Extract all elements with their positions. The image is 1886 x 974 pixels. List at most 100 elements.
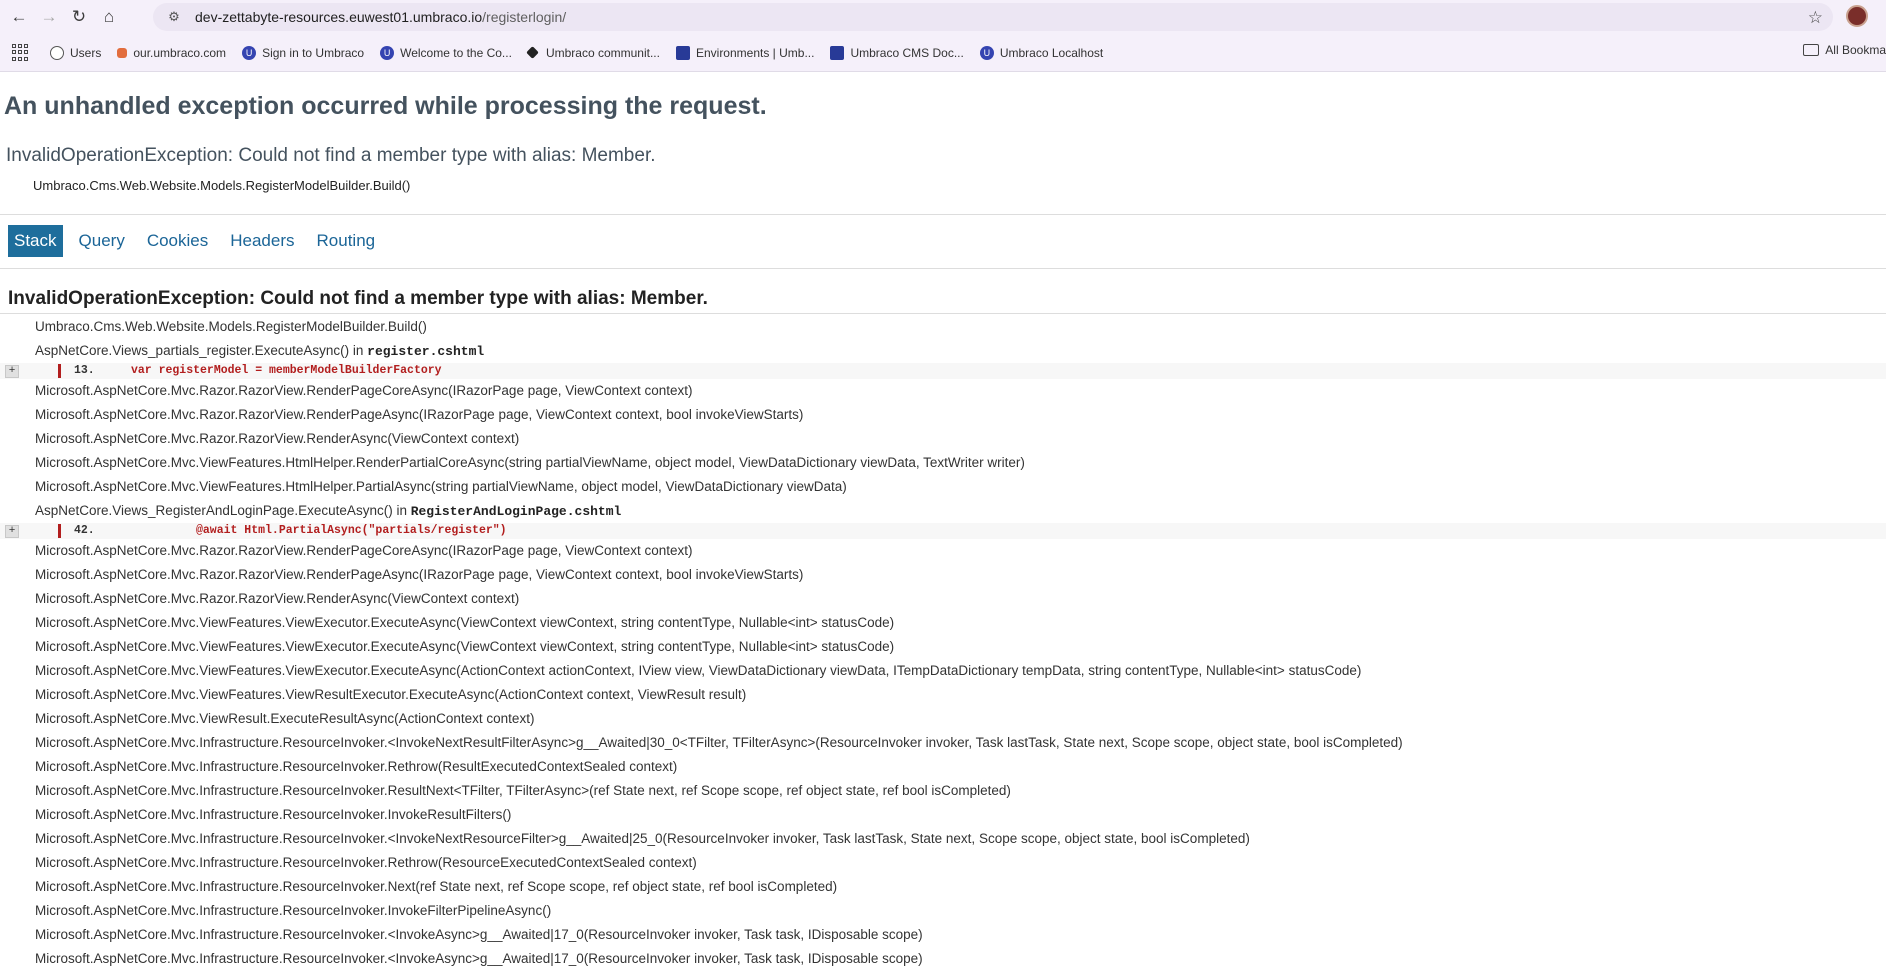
frame-method: Microsoft.AspNetCore.Mvc.ViewFeatures.Vi… — [35, 687, 747, 702]
bookmark-label: Welcome to the Co... — [400, 45, 512, 60]
stack-frame: Microsoft.AspNetCore.Mvc.ViewFeatures.Ht… — [0, 451, 1886, 475]
frame-method: Microsoft.AspNetCore.Mvc.Infrastructure.… — [35, 759, 678, 774]
bookmark-item[interactable]: U Sign in to Umbraco — [242, 45, 364, 60]
url-text[interactable]: dev-zettabyte-resources.euwest01.umbraco… — [195, 9, 566, 25]
stack-frame: Microsoft.AspNetCore.Mvc.Infrastructure.… — [0, 923, 1886, 947]
bookmark-label: Umbraco communit... — [545, 45, 660, 60]
bookmark-item[interactable]: U Umbraco Localhost — [979, 45, 1104, 60]
url-host: dev-zettabyte-resources.euwest01.umbraco… — [195, 9, 483, 25]
frame-method: Microsoft.AspNetCore.Mvc.Infrastructure.… — [35, 903, 552, 918]
tab-cookies[interactable]: Cookies — [141, 225, 214, 257]
back-icon[interactable]: ← — [4, 2, 34, 32]
stack-frame: Microsoft.AspNetCore.Mvc.Infrastructure.… — [0, 827, 1886, 851]
bookmark-star-icon[interactable]: ☆ — [1808, 8, 1823, 28]
frame-method: Microsoft.AspNetCore.Mvc.Infrastructure.… — [35, 807, 512, 822]
stack-frame: Umbraco.Cms.Web.Website.Models.RegisterM… — [0, 315, 1886, 339]
error-page: An unhandled exception occurred while pr… — [0, 72, 1886, 974]
frame-method: Microsoft.AspNetCore.Mvc.Razor.RazorView… — [35, 567, 804, 582]
frame-method: Microsoft.AspNetCore.Mvc.ViewFeatures.Vi… — [35, 615, 895, 630]
stack-frame: Microsoft.AspNetCore.Mvc.ViewFeatures.Ht… — [0, 475, 1886, 499]
frame-method: Microsoft.AspNetCore.Mvc.Infrastructure.… — [35, 927, 923, 942]
error-line-marker — [58, 524, 61, 538]
source-line-code: @await Html.PartialAsync("partials/regis… — [196, 524, 507, 537]
stack-exception-title: InvalidOperationException: Could not fin… — [8, 288, 708, 309]
bookmark-item[interactable]: Users — [50, 45, 101, 60]
stack-frame: Microsoft.AspNetCore.Mvc.Razor.RazorView… — [0, 563, 1886, 587]
frame-method: Microsoft.AspNetCore.Mvc.Infrastructure.… — [35, 735, 1403, 750]
frame-method: Umbraco.Cms.Web.Website.Models.RegisterM… — [35, 319, 427, 334]
source-line-number: 42. — [74, 524, 95, 537]
divider — [0, 268, 1886, 269]
umbraco-icon: U — [380, 45, 395, 60]
address-bar[interactable]: ⚙ dev-zettabyte-resources.euwest01.umbra… — [153, 3, 1833, 31]
stack-frame: Microsoft.AspNetCore.Mvc.Infrastructure.… — [0, 803, 1886, 827]
globe-icon — [50, 45, 64, 60]
stack-frame: AspNetCore.Views_partials_register.Execu… — [0, 339, 1886, 363]
stack-frame: Microsoft.AspNetCore.Mvc.Infrastructure.… — [0, 875, 1886, 899]
home-icon[interactable]: ⌂ — [94, 2, 124, 32]
bookmark-item[interactable]: Environments | Umb... — [675, 45, 815, 60]
stack-frame: Microsoft.AspNetCore.Mvc.Infrastructure.… — [0, 899, 1886, 923]
exception-message: InvalidOperationException: Could not fin… — [6, 145, 656, 166]
frame-method: Microsoft.AspNetCore.Mvc.Infrastructure.… — [35, 783, 1011, 798]
frame-file: RegisterAndLoginPage.cshtml — [410, 504, 622, 519]
tab-query[interactable]: Query — [73, 225, 131, 257]
bookmark-label: Environments | Umb... — [695, 45, 815, 60]
divider — [0, 214, 1886, 215]
bookmark-item[interactable]: Umbraco communit... — [526, 45, 660, 60]
flag-icon — [675, 45, 690, 60]
forward-icon[interactable]: → — [34, 2, 64, 32]
stack-frame: Microsoft.AspNetCore.Mvc.Infrastructure.… — [0, 779, 1886, 803]
frame-method: Microsoft.AspNetCore.Mvc.Razor.RazorView… — [35, 383, 693, 398]
bookmark-item[interactable]: U Welcome to the Co... — [380, 45, 512, 60]
stack-frame: Microsoft.AspNetCore.Mvc.Infrastructure.… — [0, 731, 1886, 755]
profile-avatar[interactable] — [1846, 5, 1868, 27]
stack-frame: Microsoft.AspNetCore.Mvc.ViewResult.Exec… — [0, 707, 1886, 731]
tab-routing[interactable]: Routing — [311, 225, 382, 257]
bookmark-item[interactable]: Umbraco CMS Doc... — [830, 45, 964, 60]
umbraco-small-icon — [117, 47, 128, 58]
tab-headers[interactable]: Headers — [224, 225, 300, 257]
stack-frame: Microsoft.AspNetCore.Mvc.Infrastructure.… — [0, 947, 1886, 971]
stack-frame: Microsoft.AspNetCore.Mvc.ViewFeatures.Vi… — [0, 611, 1886, 635]
stack-frame: Microsoft.AspNetCore.Mvc.Infrastructure.… — [0, 755, 1886, 779]
page-title: An unhandled exception occurred while pr… — [4, 92, 767, 120]
source-code-row: +13. var registerModel = memberModelBuild… — [0, 363, 1886, 379]
tab-bar: Stack Query Cookies Headers Routing — [8, 225, 391, 257]
frame-method: Microsoft.AspNetCore.Mvc.Razor.RazorView… — [35, 543, 693, 558]
all-bookmarks-label: All Bookma — [1825, 43, 1886, 57]
expand-source-button[interactable]: + — [5, 365, 19, 378]
browser-toolbar: ← → ↻ ⌂ ⚙ dev-zettabyte-resources.euwest… — [0, 0, 1886, 34]
stack-frame: Microsoft.AspNetCore.Mvc.Razor.RazorView… — [0, 587, 1886, 611]
bookmark-item[interactable]: our.umbraco.com — [117, 46, 226, 60]
expand-source-button[interactable]: + — [5, 525, 19, 538]
stack-frames: Umbraco.Cms.Web.Website.Models.RegisterM… — [0, 315, 1886, 971]
source-line-code: var registerModel = memberModelBuilderFa… — [131, 364, 442, 377]
frame-file: register.cshtml — [367, 344, 485, 359]
error-line-marker — [58, 364, 61, 378]
bookmark-label: Umbraco Localhost — [999, 45, 1104, 60]
stack-frame: Microsoft.AspNetCore.Mvc.ViewFeatures.Vi… — [0, 635, 1886, 659]
frame-method: Microsoft.AspNetCore.Mvc.Infrastructure.… — [35, 831, 1250, 846]
stack-frame: Microsoft.AspNetCore.Mvc.ViewFeatures.Vi… — [0, 683, 1886, 707]
frame-method: Microsoft.AspNetCore.Mvc.Infrastructure.… — [35, 879, 838, 894]
tab-stack[interactable]: Stack — [8, 225, 63, 257]
frame-method: Microsoft.AspNetCore.Mvc.ViewFeatures.Vi… — [35, 639, 895, 654]
umbraco-icon: U — [242, 45, 257, 60]
stack-frame: Microsoft.AspNetCore.Mvc.Razor.RazorView… — [0, 403, 1886, 427]
bookmarks-bar: Users our.umbraco.com U Sign in to Umbraco U… — [0, 34, 1886, 72]
url-path: /registerlogin/ — [482, 9, 567, 25]
bookmarks-list: Users our.umbraco.com U Sign in to Umbraco U… — [50, 45, 1119, 60]
apps-grid-icon[interactable] — [12, 43, 30, 62]
all-bookmarks-button[interactable]: All Bookma — [1803, 43, 1886, 57]
stack-frame: Microsoft.AspNetCore.Mvc.Razor.RazorView… — [0, 379, 1886, 403]
stack-frame: Microsoft.AspNetCore.Mvc.Razor.RazorView… — [0, 427, 1886, 451]
site-info-icon[interactable]: ⚙ — [165, 8, 183, 26]
reload-icon[interactable]: ↻ — [64, 2, 94, 32]
source-code-row: +42. @await Html.PartialAsync("partials/r… — [0, 523, 1886, 539]
bookmark-label: Umbraco CMS Doc... — [850, 45, 964, 60]
frame-method: Microsoft.AspNetCore.Mvc.Infrastructure.… — [35, 855, 697, 870]
frame-method: Microsoft.AspNetCore.Mvc.Razor.RazorView… — [35, 591, 520, 606]
stack-frame: AspNetCore.Views_RegisterAndLoginPage.Ex… — [0, 499, 1886, 523]
source-line-number: 13. — [74, 364, 95, 377]
